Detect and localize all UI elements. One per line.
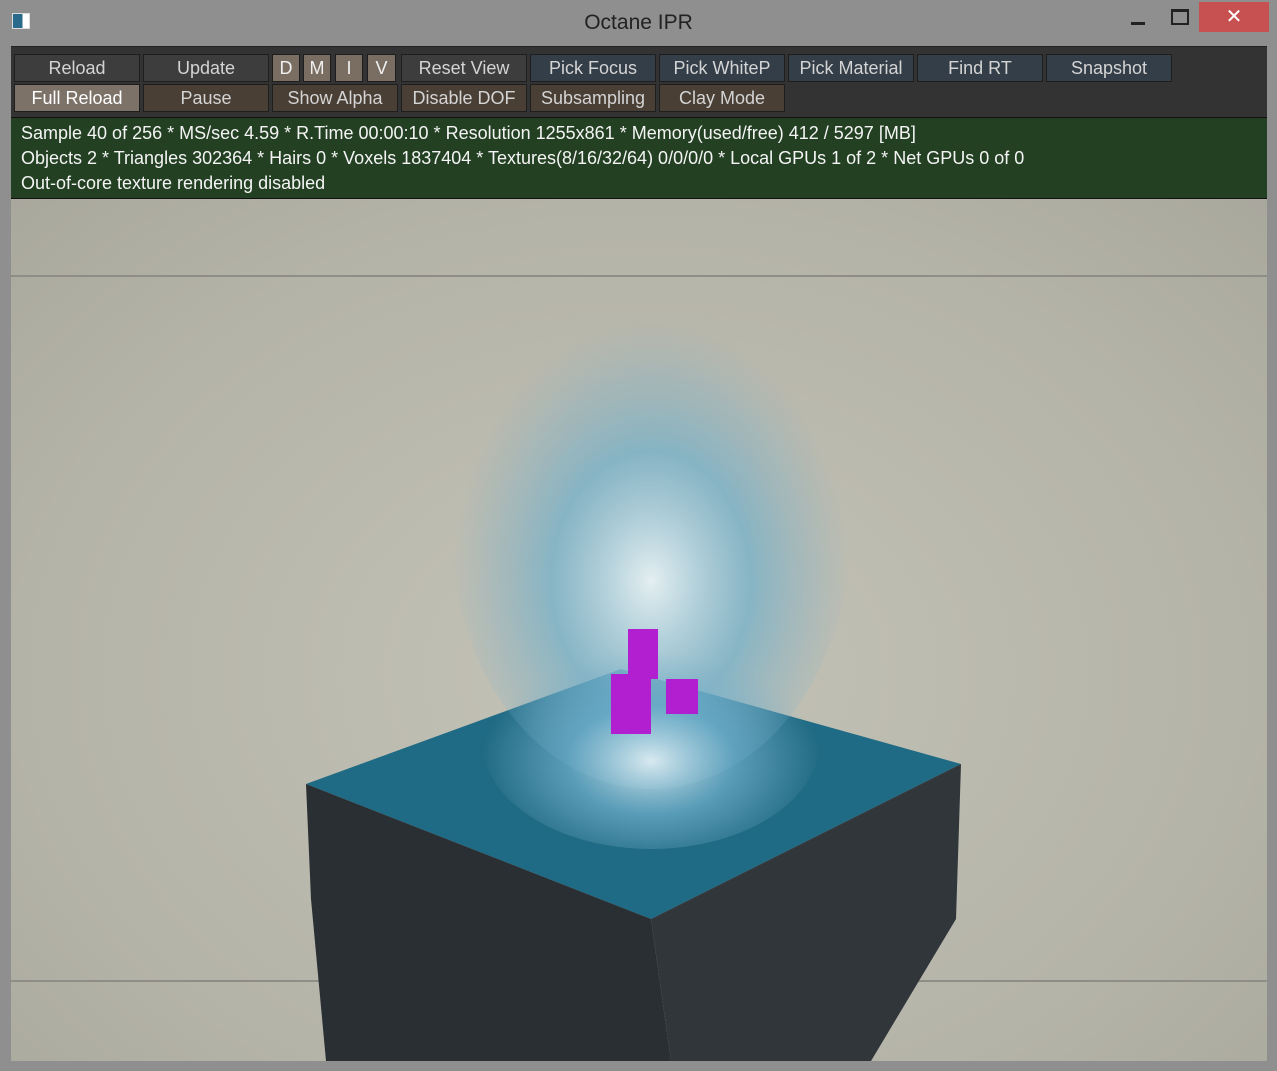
render-status-panel: Sample 40 of 256 * MS/sec 4.59 * R.Time … xyxy=(11,117,1267,199)
m-button[interactable]: M xyxy=(303,54,331,82)
rendered-scene xyxy=(306,269,961,1061)
status-line-2: Objects 2 * Triangles 302364 * Hairs 0 *… xyxy=(21,148,1025,168)
subsampling-button[interactable]: Subsampling xyxy=(530,84,656,112)
i-button[interactable]: I xyxy=(335,54,363,82)
pick-whitep-button[interactable]: Pick WhiteP xyxy=(659,54,785,82)
toolbar: Reload Update D M I V Reset View Pick Fo… xyxy=(11,46,1267,117)
full-reload-button[interactable]: Full Reload xyxy=(14,84,140,112)
update-button[interactable]: Update xyxy=(143,54,269,82)
disable-dof-button[interactable]: Disable DOF xyxy=(401,84,527,112)
minimize-button[interactable] xyxy=(1118,2,1158,32)
show-alpha-button[interactable]: Show Alpha xyxy=(272,84,398,112)
reload-button[interactable]: Reload xyxy=(14,54,140,82)
snapshot-button[interactable]: Snapshot xyxy=(1046,54,1172,82)
status-line-3: Out-of-core texture rendering disabled xyxy=(21,173,326,193)
d-button[interactable]: D xyxy=(272,54,300,82)
clay-mode-button[interactable]: Clay Mode xyxy=(659,84,785,112)
window-title: Octane IPR xyxy=(584,11,693,34)
pick-material-button[interactable]: Pick Material xyxy=(788,54,914,82)
title-bar: Octane IPR ✕ xyxy=(0,0,1277,47)
v-button[interactable]: V xyxy=(367,54,396,82)
pause-button[interactable]: Pause xyxy=(143,84,269,112)
maximize-button[interactable] xyxy=(1160,2,1200,32)
render-viewport[interactable] xyxy=(11,199,1267,1061)
close-button[interactable]: ✕ xyxy=(1199,2,1269,32)
reset-view-button[interactable]: Reset View xyxy=(401,54,527,82)
pick-focus-button[interactable]: Pick Focus xyxy=(530,54,656,82)
find-rt-button[interactable]: Find RT xyxy=(917,54,1043,82)
status-line-1: Sample 40 of 256 * MS/sec 4.59 * R.Time … xyxy=(21,123,916,143)
